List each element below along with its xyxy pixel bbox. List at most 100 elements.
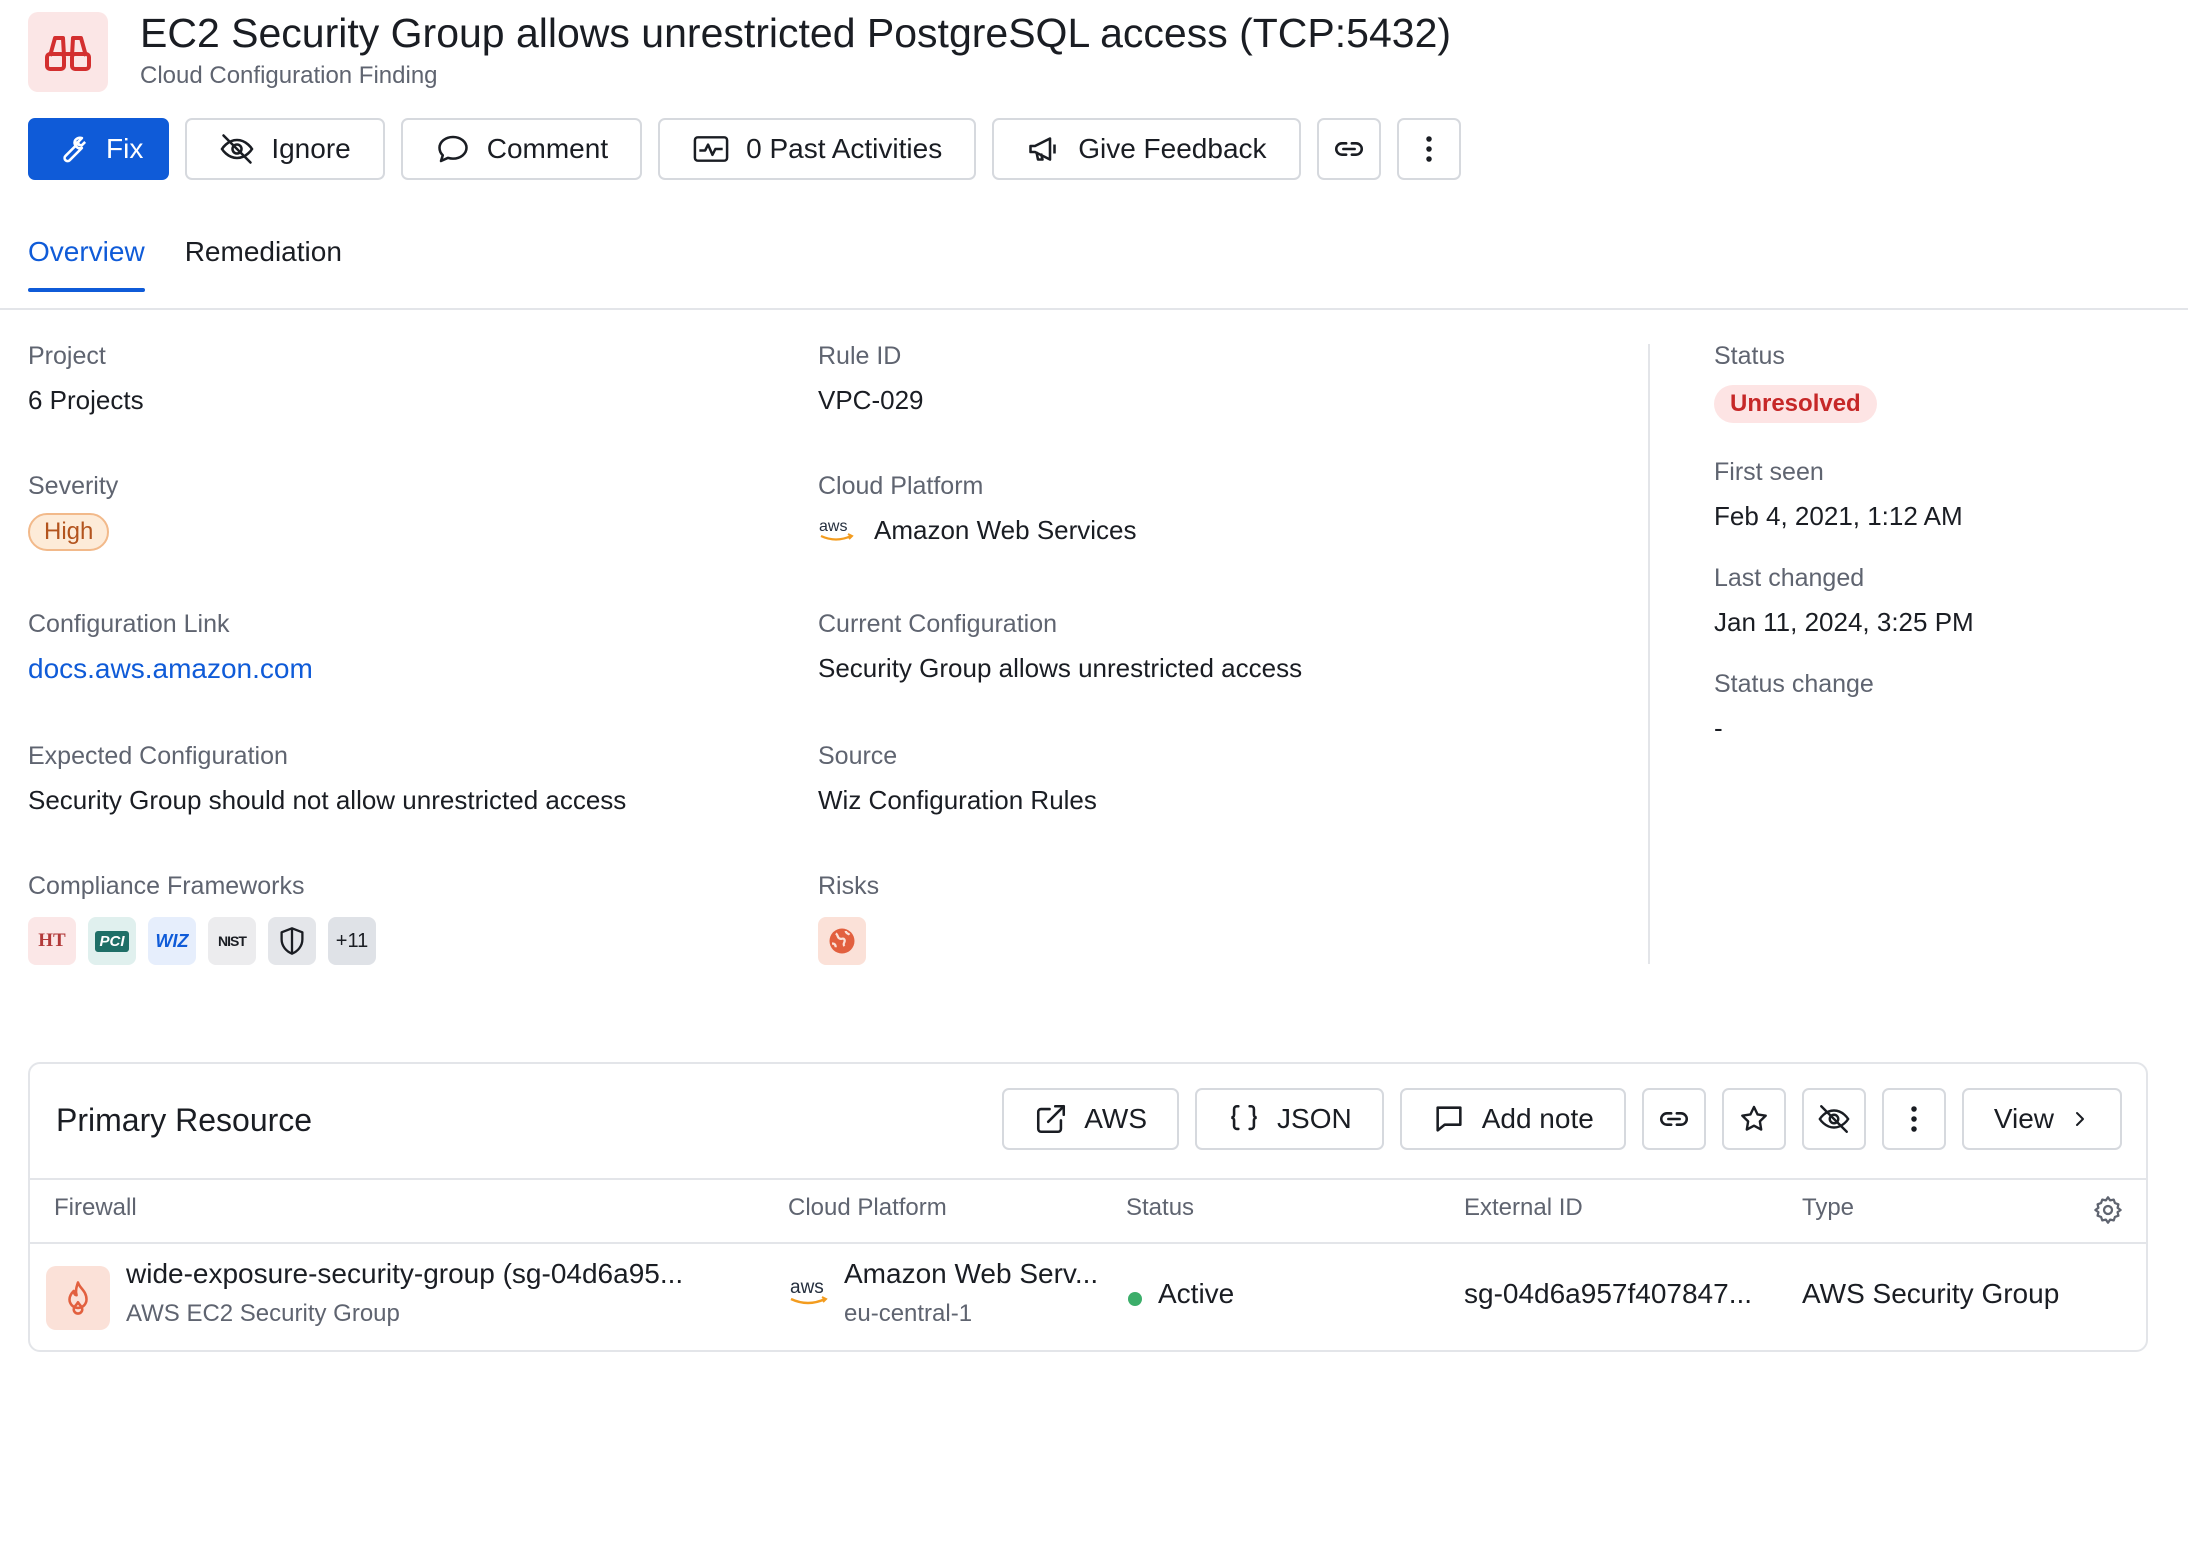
- last-changed-field: Last changed Jan 11, 2024, 3:25 PM: [1714, 564, 1974, 638]
- past-activities-label: 0 Past Activities: [746, 133, 943, 164]
- link-icon: [1659, 1112, 1688, 1126]
- current-config-value: Security Group allows unrestricted acces…: [818, 653, 1303, 683]
- link-icon: [1334, 142, 1363, 156]
- table-row[interactable]: wide-exposure-security-group (sg-04d6a95…: [30, 1244, 2146, 1352]
- tab-overview[interactable]: Overview: [28, 236, 145, 292]
- give-feedback-label: Give Feedback: [1078, 133, 1267, 164]
- note-icon: [1436, 1106, 1462, 1132]
- rule-id-field: Rule ID VPC-029: [818, 342, 924, 416]
- status-change-label: Status change: [1714, 670, 1874, 698]
- gear-icon: [2094, 1196, 2122, 1224]
- primary-resource-card: Primary Resource AWS JSON Add note View: [28, 1062, 2148, 1352]
- add-note-label: Add note: [1481, 1103, 1594, 1134]
- page-title: EC2 Security Group allows unrestricted P…: [140, 10, 1452, 56]
- primary-resource-title: Primary Resource: [56, 1102, 313, 1138]
- more-frameworks-badge[interactable]: +11: [328, 917, 376, 965]
- rule-id-value: VPC-029: [818, 385, 924, 415]
- source-value: Wiz Configuration Rules: [818, 785, 1097, 815]
- resource-more-button[interactable]: [1881, 1088, 1946, 1150]
- framework-wiz-badge[interactable]: WIZ: [148, 917, 196, 965]
- col-cloud-platform-header[interactable]: Cloud Platform: [788, 1194, 947, 1222]
- cloud-platform-label: Cloud Platform: [818, 472, 984, 500]
- card-header-divider: [30, 1178, 2146, 1180]
- binoculars-icon: [45, 36, 91, 71]
- expected-config-value: Security Group should not allow unrestri…: [28, 785, 627, 815]
- current-config-field: Current Configuration Security Group all…: [818, 610, 1302, 684]
- col-firewall-header[interactable]: Firewall: [54, 1194, 137, 1222]
- resource-subtype: AWS EC2 Security Group: [126, 1300, 400, 1327]
- resource-platform: Amazon Web Serv...: [844, 1258, 1099, 1289]
- project-value[interactable]: 6 Projects: [28, 385, 144, 416]
- finding-toolbar: Fix Ignore Comment 0 Past Activities Giv…: [28, 118, 1461, 180]
- cloud-platform-field: Cloud Platform aws Amazon Web Services: [818, 472, 1137, 546]
- col-type-header[interactable]: Type: [1802, 1194, 1854, 1222]
- expected-config-label: Expected Configuration: [28, 742, 288, 770]
- finding-type-icon: [28, 12, 108, 92]
- aws-logo-text: aws: [790, 1277, 824, 1298]
- last-changed-value: Jan 11, 2024, 3:25 PM: [1714, 607, 1974, 637]
- comment-label: Comment: [486, 133, 609, 164]
- add-note-button[interactable]: Add note: [1399, 1088, 1626, 1150]
- expected-config-field: Expected Configuration Security Group sh…: [28, 742, 626, 816]
- status-change-field: Status change -: [1714, 670, 1874, 744]
- col-external-id-header[interactable]: External ID: [1464, 1194, 1583, 1222]
- source-field: Source Wiz Configuration Rules: [818, 742, 1097, 816]
- status-change-value: -: [1714, 713, 1723, 743]
- resource-name-link[interactable]: wide-exposure-security-group (sg-04d6a95…: [126, 1258, 766, 1290]
- severity-field: Severity High: [28, 472, 118, 551]
- first-seen-label: First seen: [1714, 458, 1824, 486]
- config-link[interactable]: docs.aws.amazon.com: [28, 653, 313, 685]
- risk-external-exposure-badge[interactable]: [818, 917, 866, 965]
- view-resource-button[interactable]: View: [1961, 1088, 2122, 1150]
- more-actions-button[interactable]: [1396, 118, 1461, 180]
- past-activities-button[interactable]: 0 Past Activities: [658, 118, 977, 180]
- fix-button[interactable]: Fix: [28, 118, 170, 180]
- flame-icon: [68, 1281, 88, 1315]
- tab-bar: Overview Remediation: [28, 236, 342, 292]
- copy-link-button[interactable]: [1316, 118, 1381, 180]
- ignore-button[interactable]: Ignore: [185, 118, 385, 180]
- wrench-icon: [63, 136, 87, 163]
- chevron-right-icon: [2076, 1112, 2084, 1126]
- json-button-label: JSON: [1277, 1103, 1352, 1134]
- framework-ht-badge[interactable]: HT: [28, 917, 76, 965]
- current-config-label: Current Configuration: [818, 610, 1058, 638]
- json-button[interactable]: JSON: [1195, 1088, 1384, 1150]
- config-link-field: Configuration Link docs.aws.amazon.com: [28, 610, 313, 685]
- col-status-header[interactable]: Status: [1126, 1194, 1194, 1222]
- project-field: Project 6 Projects: [28, 342, 144, 416]
- risks-field: Risks: [818, 872, 879, 965]
- last-changed-label: Last changed: [1714, 564, 1865, 592]
- project-label: Project: [28, 342, 106, 370]
- comment-button[interactable]: Comment: [400, 118, 643, 180]
- favorite-button[interactable]: [1721, 1088, 1786, 1150]
- resource-status: Active: [1158, 1278, 1235, 1309]
- compliance-label: Compliance Frameworks: [28, 872, 305, 900]
- activity-icon: [693, 136, 729, 162]
- config-link-label: Configuration Link: [28, 610, 230, 638]
- more-vertical-icon: [1911, 1106, 1917, 1132]
- framework-nist-badge[interactable]: NIST: [208, 917, 256, 965]
- tab-remediation[interactable]: Remediation: [185, 236, 342, 292]
- hide-resource-button[interactable]: [1801, 1088, 1866, 1150]
- give-feedback-button[interactable]: Give Feedback: [992, 118, 1301, 180]
- eye-off-icon: [1818, 1105, 1850, 1133]
- framework-shield-badge[interactable]: [268, 917, 316, 965]
- first-seen-value: Feb 4, 2021, 1:12 AM: [1714, 501, 1963, 531]
- resource-external-id[interactable]: sg-04d6a957f407847...: [1464, 1278, 1782, 1310]
- cloud-platform-row: aws Amazon Web Services: [818, 515, 1137, 546]
- globe-icon: [829, 928, 855, 954]
- eye-off-icon: [220, 134, 254, 164]
- resource-toolbar: AWS JSON Add note View: [1002, 1088, 2122, 1150]
- column-settings-button[interactable]: [2092, 1194, 2124, 1231]
- fix-label: Fix: [106, 133, 144, 164]
- open-in-aws-button[interactable]: AWS: [1002, 1088, 1180, 1150]
- details-divider: [1648, 344, 1650, 964]
- resource-link-button[interactable]: [1641, 1088, 1706, 1150]
- pci-logo-icon: PCI: [95, 930, 129, 952]
- more-vertical-icon: [1425, 136, 1432, 162]
- framework-pci-badge[interactable]: PCI: [88, 917, 136, 965]
- page-subtitle: Cloud Configuration Finding: [140, 62, 438, 89]
- status-badge[interactable]: Unresolved: [1714, 385, 1877, 423]
- severity-badge: High: [28, 513, 110, 551]
